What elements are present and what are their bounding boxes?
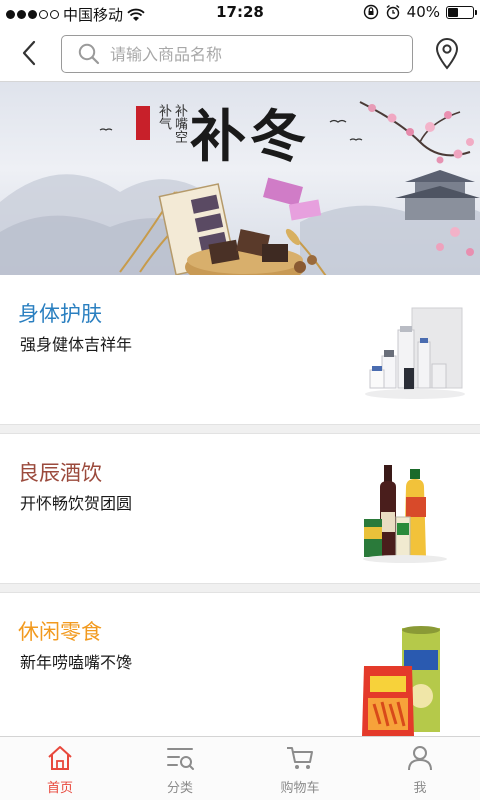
tab-label: 首页 [46,781,73,796]
drinks-products-image [363,465,447,563]
battery-percent: 40% [406,3,440,21]
battery-fill [448,7,458,17]
alarm-icon [386,4,400,20]
banner-title: 补冬 [190,104,310,170]
category-description: 强身健体吉祥年 [20,335,133,354]
tab-cart[interactable]: 购物车 [240,737,360,800]
back-button[interactable] [14,38,44,68]
cart-icon [287,747,313,769]
tab-label: 分类 [166,781,193,796]
category-card-skincare[interactable]: 身体护肤 强身健体吉祥年 [0,276,480,424]
category-description: 新年唠嗑嘴不馋 [20,653,133,672]
battery-icon [446,5,477,19]
rotation-lock-icon [363,4,378,20]
banner-seal [136,106,150,140]
tab-label: 购物车 [280,781,320,796]
header [0,26,480,82]
search-input[interactable] [110,44,390,64]
section-divider [0,424,480,434]
tab-label: 我 [413,781,427,796]
category-card-snacks[interactable]: 休闲零食 新年唠嗑嘴不馋 [0,594,480,742]
status-right: 40% [363,3,477,21]
back-arrow-icon [22,40,36,66]
category-description: 开怀畅饮贺团圆 [20,494,133,513]
promo-banner[interactable]: 补气 补嘴空 补冬 [0,82,480,275]
search-icon [78,43,100,65]
search-box[interactable] [61,35,413,73]
section-divider [0,583,480,593]
status-bar: 中国移动 17:28 40% [0,0,480,26]
tab-category[interactable]: 分类 [120,737,240,800]
tab-me[interactable]: 我 [360,737,480,800]
home-icon [48,746,72,770]
category-title: 身体护肤 [18,302,102,326]
skincare-products-image [365,307,465,399]
tab-home[interactable]: 首页 [0,737,120,800]
banner-subtitle-2: 补嘴空 [172,104,187,143]
category-title: 休闲零食 [18,620,102,644]
user-icon [408,746,432,771]
category-title: 良辰酒饮 [18,461,102,485]
location-pin-icon [435,38,459,70]
category-icon [167,748,194,770]
category-card-drinks[interactable]: 良辰酒饮 开怀畅饮贺团圆 [0,435,480,583]
bottom-tab-bar: 首页 分类 购物车 我 [0,736,480,800]
location-button[interactable] [432,36,462,72]
snacks-products-image [362,626,440,736]
